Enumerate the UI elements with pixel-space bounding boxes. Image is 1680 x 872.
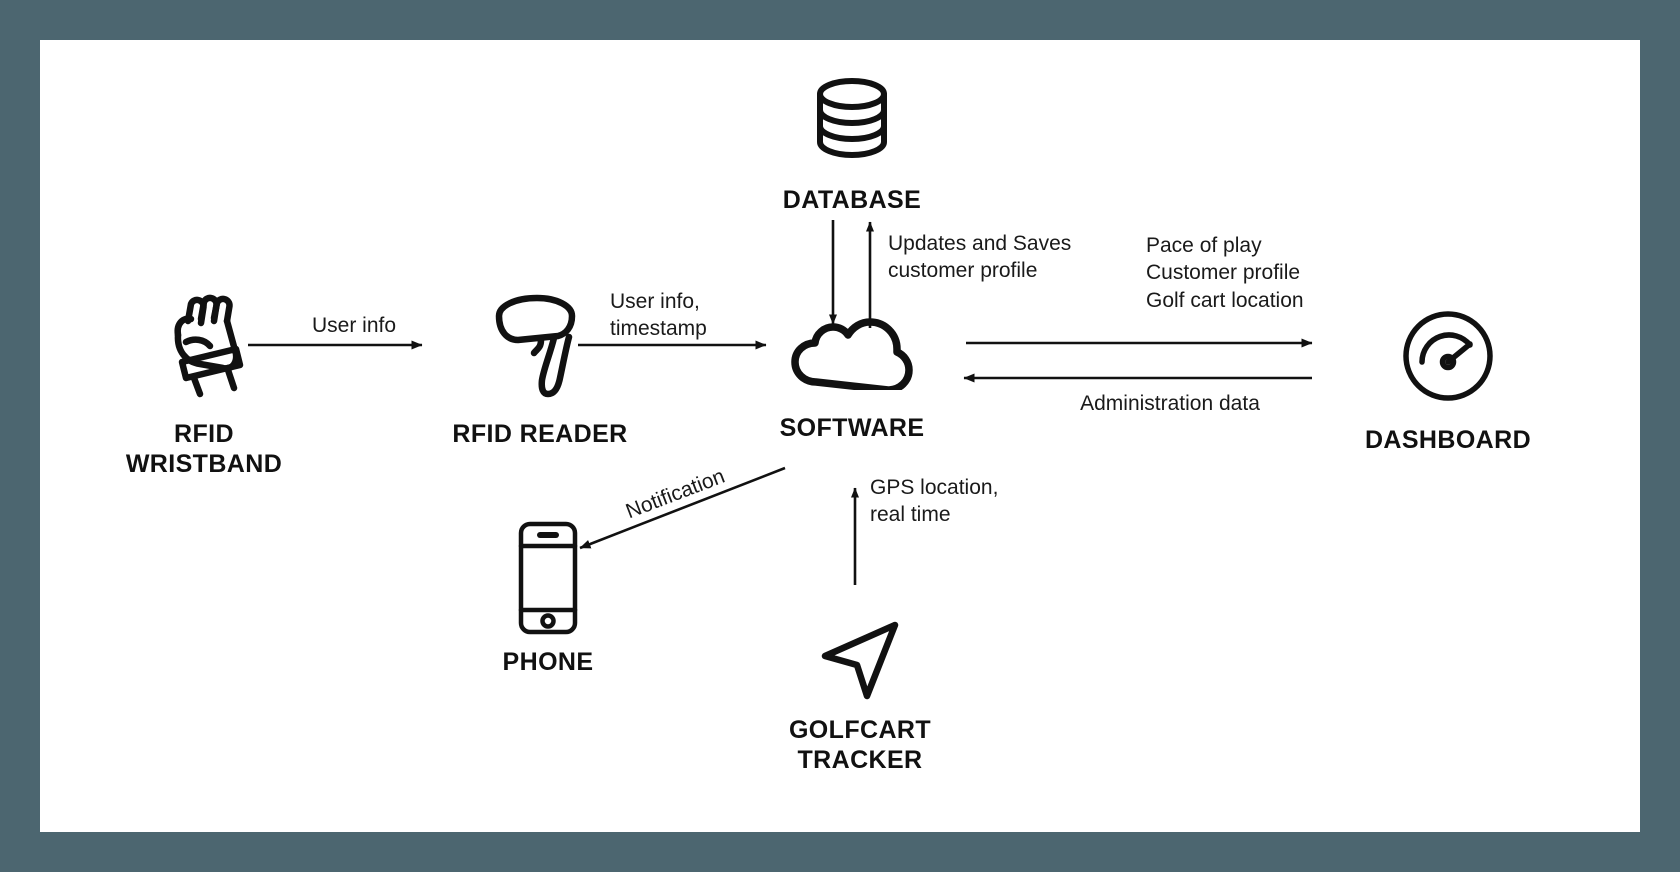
node-label-database: DATABASE xyxy=(782,186,922,214)
node-phone[interactable]: PHONE xyxy=(428,518,668,678)
node-dashboard[interactable]: DASHBOARD xyxy=(1328,304,1568,456)
edge-label-pace-of-play: Pace of play Customer profile Golf cart … xyxy=(1146,234,1304,312)
cloud-icon xyxy=(732,312,972,392)
node-rfid-wristband[interactable]: RFID WRISTBAND xyxy=(84,288,324,479)
database-cylinder-icon xyxy=(732,76,972,172)
node-label-dashboard: DASHBOARD xyxy=(1364,426,1532,454)
node-label-golfcart-tracker: GOLFCART TRACKER xyxy=(788,716,932,774)
barcode-scanner-gun-icon xyxy=(420,288,660,400)
node-label-rfid-wristband: RFID WRISTBAND xyxy=(125,420,283,478)
node-software[interactable]: SOFTWARE xyxy=(732,312,972,444)
edge-label-updates-and-saves: Updates and Saves customer profile xyxy=(888,232,1072,283)
gauge-icon xyxy=(1328,304,1568,408)
node-golfcart-tracker[interactable]: GOLFCART TRACKER xyxy=(740,610,980,775)
node-label-rfid-reader: RFID READER xyxy=(452,420,628,448)
node-rfid-reader[interactable]: RFID READER xyxy=(420,288,660,450)
smartphone-icon xyxy=(428,518,668,638)
navigation-arrow-icon xyxy=(740,610,980,710)
node-label-software: SOFTWARE xyxy=(779,414,925,442)
node-label-phone: PHONE xyxy=(502,648,594,676)
fist-wristband-icon xyxy=(84,288,324,400)
node-database[interactable]: DATABASE xyxy=(732,76,972,216)
edge-label-gps-location: GPS location, real time xyxy=(870,476,999,527)
edge-label-administration-data: Administration data xyxy=(1080,392,1260,415)
diagram-canvas: User info User info, timestamp Updates a… xyxy=(40,40,1640,832)
